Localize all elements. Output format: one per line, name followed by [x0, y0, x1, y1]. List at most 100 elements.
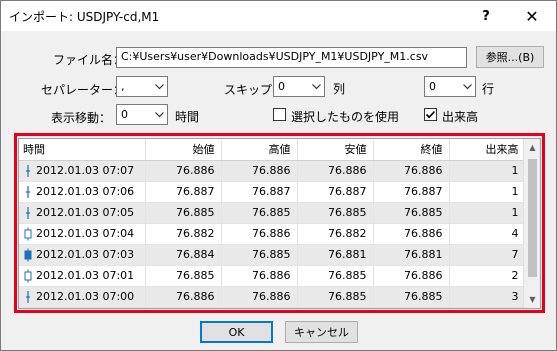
- time-cell: 2012.01.03 07:06: [19, 181, 146, 203]
- data-table: 時間 始値 高値 安値 終値 出来高 2012.01.03 07:07 76.8…: [19, 139, 526, 308]
- high-cell: 76.885: [221, 244, 298, 266]
- high-cell: 76.886: [221, 223, 298, 245]
- high-cell: 76.886: [221, 160, 298, 182]
- cancel-button[interactable]: キャンセル: [285, 321, 358, 343]
- hollow-candle-icon: [23, 269, 33, 283]
- time-value: 2012.01.03 07:04: [36, 226, 135, 240]
- open-cell: 76.885: [145, 202, 222, 224]
- skip-columns-select[interactable]: 0: [273, 76, 325, 97]
- dash-icon: [23, 290, 33, 304]
- offset-unit: 時間: [175, 110, 200, 124]
- table-row[interactable]: 2012.01.03 07:03 76.884 76.885 76.881 76…: [19, 244, 526, 266]
- volume-label: 出来高: [442, 110, 479, 124]
- close-icon[interactable]: ✕: [525, 7, 538, 26]
- chevron-down-icon: [151, 77, 167, 96]
- file-name-label: ファイル名：: [53, 53, 126, 67]
- time-cell: 2012.01.03 07:00: [19, 286, 146, 308]
- high-cell: 76.885: [221, 202, 298, 224]
- volume-cell: 4: [449, 223, 526, 245]
- use-selected-label: 選択したものを使用: [291, 110, 400, 124]
- column-header-time[interactable]: 時間: [19, 139, 146, 161]
- dash-icon: [23, 164, 33, 178]
- ok-button[interactable]: OK: [200, 321, 273, 343]
- table-row[interactable]: 2012.01.03 07:00 76.886 76.886 76.885 76…: [19, 286, 526, 308]
- time-cell: 2012.01.03 07:04: [19, 223, 146, 245]
- low-cell: 76.887: [297, 181, 374, 203]
- time-value: 2012.01.03 07:07: [36, 163, 135, 177]
- browse-button[interactable]: 参照...(B): [476, 46, 544, 68]
- help-button[interactable]: ?: [463, 1, 509, 31]
- offset-value: 0: [121, 108, 128, 121]
- separator-select[interactable]: ,: [116, 76, 168, 97]
- open-cell: 76.886: [145, 286, 222, 308]
- skip-rows-select[interactable]: 0: [424, 76, 476, 97]
- table-row[interactable]: 2012.01.03 07:06 76.887 76.887 76.887 76…: [19, 181, 526, 203]
- low-cell: 76.885: [297, 202, 374, 224]
- volume-cell: 1: [449, 202, 526, 224]
- time-cell: 2012.01.03 07:05: [19, 202, 146, 224]
- table-row[interactable]: 2012.01.03 07:07 76.886 76.886 76.886 76…: [19, 160, 526, 182]
- chevron-down-icon: [151, 105, 167, 124]
- file-path-field[interactable]: C:¥Users¥user¥Downloads¥USDJPY_M1¥USDJPY…: [116, 47, 467, 68]
- volume-cell: 1: [449, 181, 526, 203]
- scrollbar-thumb[interactable]: [528, 159, 537, 277]
- column-header-high[interactable]: 高値: [221, 139, 298, 161]
- table-row[interactable]: 2012.01.03 07:05 76.885 76.885 76.885 76…: [19, 202, 526, 224]
- close-cell: 76.885: [373, 202, 450, 224]
- table-row[interactable]: 2012.01.03 07:01 76.885 76.886 76.885 76…: [19, 265, 526, 287]
- close-cell: 76.881: [373, 244, 450, 266]
- column-header-close[interactable]: 終値: [373, 139, 450, 161]
- column-header-volume[interactable]: 出来高: [449, 139, 526, 161]
- close-cell: 76.886: [373, 160, 450, 182]
- offset-label: 表示移動：: [51, 111, 112, 125]
- open-cell: 76.885: [145, 265, 222, 287]
- time-cell: 2012.01.03 07:07: [19, 160, 146, 182]
- table-row[interactable]: 2012.01.03 07:04 76.882 76.886 76.882 76…: [19, 223, 526, 245]
- time-cell: 2012.01.03 07:01: [19, 265, 146, 287]
- data-grid[interactable]: 時間 始値 高値 安値 終値 出来高 2012.01.03 07:07 76.8…: [18, 138, 541, 309]
- open-cell: 76.882: [145, 223, 222, 245]
- table-header-row: 時間 始値 高値 安値 終値 出来高: [19, 139, 526, 161]
- low-cell: 76.885: [297, 265, 374, 287]
- time-value: 2012.01.03 07:03: [36, 247, 135, 261]
- open-cell: 76.887: [145, 181, 222, 203]
- skip-rows-value: 0: [429, 80, 436, 93]
- window-title: インポート: USDJPY-cd,M1: [9, 10, 160, 24]
- scroll-up-arrow-icon[interactable]: ▲: [524, 139, 540, 156]
- close-cell: 76.886: [373, 265, 450, 287]
- high-cell: 76.887: [221, 181, 298, 203]
- volume-cell: 7: [449, 244, 526, 266]
- separator-label: セパレーター：: [41, 83, 126, 97]
- close-button[interactable]: ✕: [509, 1, 555, 31]
- filled-candle-icon: [23, 248, 33, 262]
- skip-columns-value: 0: [278, 80, 285, 93]
- time-cell: 2012.01.03 07:03: [19, 244, 146, 266]
- low-cell: 76.881: [297, 244, 374, 266]
- chevron-down-icon: [308, 77, 324, 96]
- skip-rows-unit: 行: [482, 82, 495, 96]
- open-cell: 76.884: [145, 244, 222, 266]
- scroll-down-arrow-icon[interactable]: ▼: [524, 291, 540, 308]
- low-cell: 76.886: [297, 160, 374, 182]
- import-dialog: インポート: USDJPY-cd,M1 ? ✕ ファイル名： C:¥Users¥…: [0, 0, 557, 351]
- open-cell: 76.886: [145, 160, 222, 182]
- column-header-low[interactable]: 安値: [297, 139, 374, 161]
- volume-cell: 1: [449, 160, 526, 182]
- volume-cell: 2: [449, 265, 526, 287]
- close-cell: 76.885: [373, 286, 450, 308]
- dash-icon: [23, 206, 33, 220]
- use-selected-checkbox[interactable]: [273, 108, 286, 121]
- time-value: 2012.01.03 07:05: [36, 205, 135, 219]
- dash-icon: [23, 185, 33, 199]
- offset-select[interactable]: 0: [116, 104, 168, 125]
- time-value: 2012.01.03 07:01: [36, 268, 135, 282]
- column-header-open[interactable]: 始値: [145, 139, 222, 161]
- low-cell: 76.885: [297, 286, 374, 308]
- separator-value: ,: [121, 80, 125, 93]
- vertical-scrollbar[interactable]: ▲ ▼: [523, 139, 540, 308]
- volume-checkbox[interactable]: [424, 108, 437, 121]
- checkmark-icon: [425, 110, 436, 119]
- close-cell: 76.886: [373, 223, 450, 245]
- high-cell: 76.886: [221, 286, 298, 308]
- volume-cell: 3: [449, 286, 526, 308]
